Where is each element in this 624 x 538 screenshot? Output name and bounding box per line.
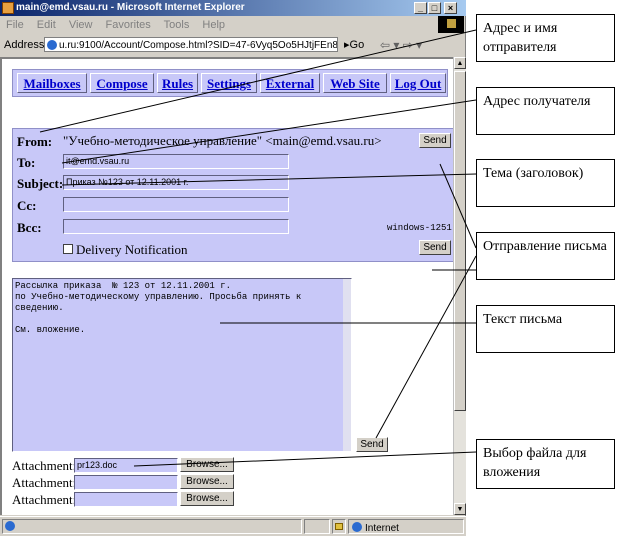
back-forward-icon[interactable]: ⇦ ▾ ⇨ ▾ (380, 34, 422, 56)
to-label: To: (17, 155, 36, 170)
page-status-icon (5, 521, 15, 531)
maximize-button[interactable]: □ (428, 2, 441, 14)
page-content: Mailboxes Compose Rules Settings Externa… (0, 57, 453, 515)
subject-label: Subject: (17, 176, 64, 191)
subject-input[interactable]: Приказ №123 от 12.11.2001 г. (63, 175, 289, 190)
padlock-shape (335, 523, 343, 530)
menu-help[interactable]: Help (202, 19, 225, 31)
compose-form: From: "Учебно-методическое управление" <… (12, 128, 453, 262)
status-text-cell (2, 519, 302, 534)
to-input[interactable]: it@emd.vsau.ru (63, 154, 289, 169)
status-cell (304, 519, 330, 534)
minimize-button[interactable]: _ (414, 2, 427, 14)
callout-text: Текст письма (476, 305, 615, 353)
status-bar: Internet (0, 516, 466, 536)
address-value: u.ru:9100/Account/Compose.html?SID=47-6V… (59, 40, 338, 51)
delivery-label: Delivery Notification (76, 242, 188, 257)
nav-external[interactable]: External (260, 73, 320, 93)
browse-button-3[interactable]: Browse... (180, 491, 234, 506)
callout-file: Выбор файла для вложения (476, 439, 615, 489)
scroll-down-arrow-icon[interactable]: ▼ (454, 503, 466, 515)
menu-file[interactable]: File (6, 19, 24, 31)
attachment-input-3[interactable] (74, 492, 178, 507)
window-title: main@emd.vsau.ru - Microsoft Internet Ex… (16, 2, 245, 13)
callout-sender: Адрес и имя отправителя (476, 14, 615, 62)
callout-subject: Тема (заголовок) (476, 159, 615, 207)
from-label: From: (17, 134, 53, 149)
message-body-textarea[interactable]: Рассылка приказа № 123 от 12.11.2001 г. … (12, 278, 352, 452)
message-body-text: Рассылка приказа № 123 от 12.11.2001 г. … (15, 281, 302, 335)
attachment-input-1[interactable]: pr123.doc (74, 458, 178, 473)
scroll-thumb[interactable] (454, 71, 466, 411)
menu-bar: File Edit View Favorites Tools Help (0, 16, 466, 34)
go-button[interactable]: ▸Go (344, 34, 364, 56)
address-label: Address (4, 39, 45, 51)
nav-log-out[interactable]: Log Out (390, 73, 446, 93)
nav-bar: Mailboxes Compose Rules Settings Externa… (12, 69, 448, 97)
textarea-scrollbar[interactable] (343, 279, 351, 451)
nav-mailboxes[interactable]: Mailboxes (17, 73, 87, 93)
cc-label: Cc: (17, 198, 37, 213)
menu-tools[interactable]: Tools (164, 19, 190, 31)
send-button-body[interactable]: Send (356, 437, 388, 452)
scroll-up-arrow-icon[interactable]: ▲ (454, 57, 466, 69)
nav-settings[interactable]: Settings (201, 73, 257, 93)
browser-window: main@emd.vsau.ru - Microsoft Internet Ex… (0, 0, 466, 536)
browse-button-1[interactable]: Browse... (180, 457, 234, 472)
delivery-notification[interactable]: Delivery Notification (63, 242, 188, 258)
attachment-label-1: Attachment: (12, 458, 77, 473)
nav-compose[interactable]: Compose (90, 73, 154, 93)
title-bar: main@emd.vsau.ru - Microsoft Internet Ex… (0, 0, 466, 16)
menu-favorites[interactable]: Favorites (106, 19, 151, 31)
nav-rules[interactable]: Rules (157, 73, 198, 93)
browse-button-2[interactable]: Browse... (180, 474, 234, 489)
send-button-bottom[interactable]: Send (419, 240, 451, 255)
go-label: Go (349, 39, 365, 51)
ie-app-icon (2, 2, 14, 14)
zone-cell: Internet (348, 519, 464, 534)
charset-label: windows-1251 (387, 223, 452, 233)
bcc-label: Bcc: (17, 220, 42, 235)
from-value: "Учебно-методическое управление" <main@e… (63, 133, 382, 148)
cc-input[interactable] (63, 197, 289, 212)
callout-send: Отправление письма (476, 232, 615, 280)
lock-icon (332, 519, 346, 534)
callout-recipient: Адрес получателя (476, 87, 615, 135)
nav-web-site[interactable]: Web Site (323, 73, 387, 93)
attachment-label-2: Attachment: (12, 475, 77, 490)
delivery-checkbox[interactable] (63, 244, 73, 254)
send-button-top[interactable]: Send (419, 133, 451, 148)
attachment-input-2[interactable] (74, 475, 178, 490)
page-icon (47, 40, 57, 50)
menu-edit[interactable]: Edit (37, 19, 56, 31)
bcc-input[interactable] (63, 219, 289, 234)
zone-label: Internet (365, 523, 399, 534)
attachment-label-3: Attachment: (12, 492, 77, 507)
address-bar: Address u.ru:9100/Account/Compose.html?S… (0, 34, 466, 56)
address-input[interactable]: u.ru:9100/Account/Compose.html?SID=47-6V… (44, 37, 338, 52)
globe-icon (352, 522, 362, 532)
page-scrollbar[interactable]: ▲ ▼ (453, 57, 466, 515)
menu-view[interactable]: View (69, 19, 93, 31)
close-button[interactable]: × (444, 2, 457, 14)
